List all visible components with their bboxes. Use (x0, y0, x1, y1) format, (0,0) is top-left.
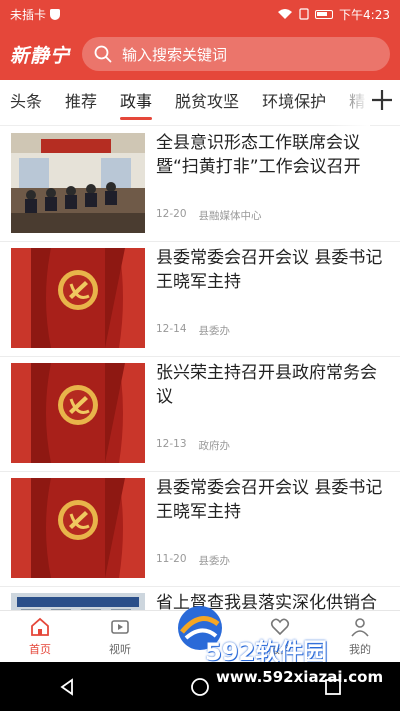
tab-recommend[interactable]: 推荐 (65, 80, 97, 126)
news-title[interactable]: 县委常委会召开会议 县委书记王晓军主持 (156, 246, 390, 294)
nav-video[interactable]: 视听 (80, 611, 160, 662)
clock-text: 下午4:23 (339, 7, 390, 22)
app-header: 新静宁 输入搜索关键词 (0, 28, 400, 80)
meeting-photo (11, 133, 145, 233)
back-icon[interactable] (57, 677, 77, 697)
search-input[interactable]: 输入搜索关键词 (82, 37, 390, 71)
search-icon (94, 45, 112, 63)
home-circle-icon[interactable] (190, 677, 210, 697)
news-source: 县融媒体中心 (198, 210, 262, 222)
news-meta: 12-14 县委办 (156, 323, 230, 338)
party-emblem-image (11, 248, 145, 348)
news-item[interactable]: 全县意识形态工作联席会议暨“扫黄打非”工作会议召开 12-20 县融媒体中心 (0, 127, 400, 242)
party-emblem-image (11, 478, 145, 578)
home-icon (31, 617, 49, 636)
news-date: 11-20 (156, 553, 187, 565)
status-bar: 未插卡 下午4:23 (0, 0, 400, 28)
nav-mine-label: 我的 (349, 642, 371, 656)
battery-icon (315, 9, 334, 19)
news-date: 12-14 (156, 323, 187, 335)
carrier-text: 未插卡 (10, 7, 47, 22)
news-meta: 12-13 政府办 (156, 438, 230, 453)
shield-icon (50, 8, 61, 20)
tv-icon (111, 619, 129, 634)
tab-headlines[interactable]: 头条 (10, 80, 42, 126)
news-meta: 11-20 县委办 (156, 553, 230, 568)
tab-politics[interactable]: 政事 (120, 80, 153, 126)
news-source: 县委办 (198, 325, 231, 337)
category-tabs: 头条 推荐 政事 脱贫攻坚 环境保护 精 (0, 80, 400, 126)
news-source: 政府办 (198, 440, 231, 452)
user-icon (351, 617, 369, 637)
nav-home[interactable]: 首页 (0, 611, 80, 662)
wifi-icon (278, 9, 293, 19)
tab-environment[interactable]: 环境保护 (262, 80, 326, 126)
party-emblem-image (11, 363, 145, 463)
news-source: 县委办 (198, 555, 231, 567)
news-title[interactable]: 张兴荣主持召开县政府常务会议 (156, 361, 390, 409)
nav-mine[interactable]: 我的 (320, 611, 400, 662)
news-meta: 12-20 县融媒体中心 (156, 208, 262, 223)
news-title[interactable]: 县委常委会召开会议 县委书记王晓军主持 (156, 476, 390, 524)
tab-fade (330, 80, 370, 126)
news-date: 12-20 (156, 208, 187, 220)
search-placeholder: 输入搜索关键词 (122, 45, 228, 64)
news-item[interactable]: 县委常委会召开会议 县委书记王晓军主持 11-20 县委办 (0, 472, 400, 587)
news-item[interactable]: 县委常委会召开会议 县委书记王晓军主持 12-14 县委办 (0, 242, 400, 357)
tab-poverty[interactable]: 脱贫攻坚 (175, 80, 239, 126)
bottom-nav: 首页 视听 服务 我的 (0, 605, 400, 662)
app-logo: 新静宁 (10, 44, 71, 67)
nav-home-label: 首页 (29, 642, 51, 656)
sim-icon (299, 8, 309, 20)
watermark-url: www.592xiazai.com (216, 668, 384, 686)
nav-video-label: 视听 (109, 642, 131, 656)
add-tab-icon[interactable] (370, 88, 394, 112)
news-item[interactable]: 张兴荣主持召开县政府常务会议 12-13 政府办 (0, 357, 400, 472)
news-title[interactable]: 全县意识形态工作联席会议暨“扫黄打非”工作会议召开 (156, 131, 390, 179)
news-date: 12-13 (156, 438, 187, 450)
